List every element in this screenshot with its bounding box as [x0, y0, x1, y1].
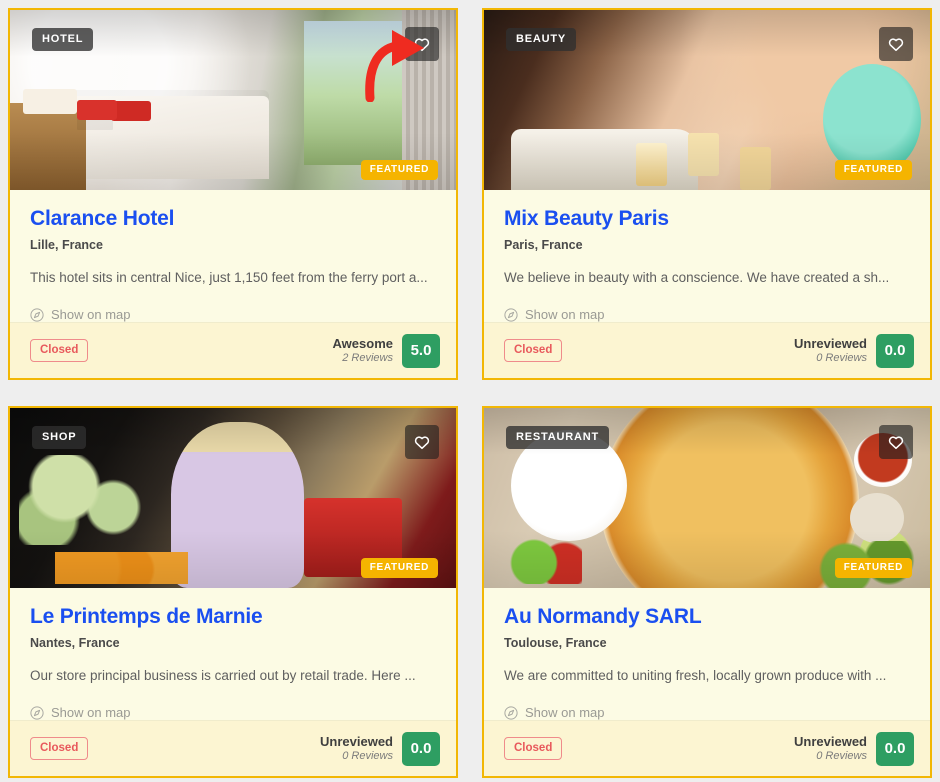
- heart-icon: [414, 435, 430, 449]
- status-badge: Closed: [30, 736, 89, 761]
- rating-label: Unreviewed: [320, 733, 393, 749]
- rating-label: Unreviewed: [794, 335, 867, 351]
- listing-image[interactable]: BEAUTY FEATURED: [484, 10, 930, 190]
- photo-detail: [54, 551, 189, 585]
- featured-badge: FEATURED: [834, 557, 912, 578]
- rating-group: Unreviewed 0 Reviews 0.0: [320, 731, 440, 766]
- rating-text: Unreviewed 0 Reviews: [794, 734, 867, 763]
- listing-card[interactable]: HOTEL FEATURED Clarance Hotel Lille, Fra…: [8, 8, 458, 380]
- listing-body: Le Printemps de Marnie Nantes, France Ou…: [10, 588, 456, 720]
- status-badge: Closed: [504, 338, 563, 363]
- listing-body: Clarance Hotel Lille, France This hotel …: [10, 190, 456, 322]
- photo-detail: [23, 89, 77, 115]
- category-badge[interactable]: BEAUTY: [506, 28, 577, 51]
- photo-detail: [635, 142, 667, 187]
- compass-icon: [30, 307, 44, 322]
- category-badge[interactable]: HOTEL: [32, 28, 94, 51]
- show-on-map-link[interactable]: Show on map: [30, 307, 436, 322]
- listing-description: Our store principal business is carried …: [30, 667, 416, 683]
- heart-icon: [888, 435, 904, 449]
- show-on-map-link[interactable]: Show on map: [504, 705, 910, 720]
- rating-text: Awesome 2 Reviews: [333, 336, 393, 365]
- photo-detail: [822, 63, 922, 176]
- compass-icon: [30, 705, 44, 720]
- featured-badge: FEATURED: [834, 159, 912, 180]
- listing-title-link[interactable]: Le Printemps de Marnie: [30, 604, 263, 629]
- category-badge[interactable]: SHOP: [32, 426, 87, 449]
- listing-footer: Closed Unreviewed 0 Reviews 0.0: [484, 322, 930, 378]
- status-badge: Closed: [30, 338, 89, 363]
- photo-detail: [170, 422, 305, 588]
- category-badge[interactable]: RESTAURANT: [506, 426, 609, 449]
- favorite-button[interactable]: [879, 27, 913, 61]
- listing-description: We are committed to uniting fresh, local…: [504, 667, 887, 683]
- listing-image[interactable]: RESTAURANT FEATURED: [484, 408, 930, 588]
- show-on-map-label: Show on map: [525, 307, 605, 323]
- rating-group: Unreviewed 0 Reviews 0.0: [794, 731, 914, 766]
- listing-title-link[interactable]: Au Normandy SARL: [504, 604, 702, 629]
- rating-group: Unreviewed 0 Reviews 0.0: [794, 333, 914, 368]
- rating-score: 5.0: [402, 333, 440, 368]
- favorite-button[interactable]: [405, 425, 439, 459]
- show-on-map-label: Show on map: [51, 705, 131, 721]
- listing-card[interactable]: RESTAURANT FEATURED Au Normandy SARL Tou…: [482, 406, 932, 778]
- rating-group: Awesome 2 Reviews 5.0: [333, 333, 440, 368]
- listing-body: Mix Beauty Paris Paris, France We believ…: [484, 190, 930, 322]
- featured-badge: FEATURED: [360, 159, 438, 180]
- listing-location: Paris, France: [504, 237, 583, 252]
- listing-description: This hotel sits in central Nice, just 1,…: [30, 269, 428, 285]
- show-on-map-link[interactable]: Show on map: [30, 705, 436, 720]
- show-on-map-link[interactable]: Show on map: [504, 307, 910, 322]
- listing-location: Nantes, France: [30, 635, 120, 650]
- review-count: 0 Reviews: [816, 351, 867, 364]
- featured-badge: FEATURED: [360, 557, 438, 578]
- heart-icon: [414, 37, 430, 51]
- compass-icon: [504, 307, 518, 322]
- review-count: 2 Reviews: [342, 351, 393, 364]
- rating-text: Unreviewed 0 Reviews: [320, 734, 393, 763]
- listing-footer: Closed Unreviewed 0 Reviews 0.0: [10, 720, 456, 776]
- listing-location: Lille, France: [30, 237, 103, 252]
- photo-detail: [10, 103, 86, 190]
- listing-title-link[interactable]: Mix Beauty Paris: [504, 206, 669, 231]
- rating-score: 0.0: [402, 731, 440, 766]
- listing-body: Au Normandy SARL Toulouse, France We are…: [484, 588, 930, 720]
- listing-card[interactable]: SHOP FEATURED Le Printemps de Marnie Nan…: [8, 406, 458, 778]
- rating-label: Awesome: [332, 335, 393, 351]
- photo-detail: [501, 537, 583, 585]
- rating-label: Unreviewed: [794, 733, 867, 749]
- rating-score: 0.0: [876, 731, 914, 766]
- listing-footer: Closed Unreviewed 0 Reviews 0.0: [484, 720, 930, 776]
- compass-icon: [504, 705, 518, 720]
- listing-card[interactable]: BEAUTY FEATURED Mix Beauty Paris Paris, …: [482, 8, 932, 380]
- listing-location: Toulouse, France: [504, 635, 607, 650]
- listing-image[interactable]: HOTEL FEATURED: [10, 10, 456, 190]
- show-on-map-label: Show on map: [51, 307, 131, 323]
- listing-description: We believe in beauty with a conscience. …: [504, 269, 890, 285]
- rating-text: Unreviewed 0 Reviews: [794, 336, 867, 365]
- listing-image[interactable]: SHOP FEATURED: [10, 408, 456, 588]
- review-count: 0 Reviews: [342, 749, 393, 762]
- favorite-button[interactable]: [879, 425, 913, 459]
- rating-score: 0.0: [876, 333, 914, 368]
- favorite-button[interactable]: [405, 27, 439, 61]
- heart-icon: [888, 37, 904, 51]
- listing-grid: HOTEL FEATURED Clarance Hotel Lille, Fra…: [0, 0, 940, 778]
- status-badge: Closed: [504, 736, 563, 761]
- show-on-map-label: Show on map: [525, 705, 605, 721]
- listing-title-link[interactable]: Clarance Hotel: [30, 206, 174, 231]
- listing-footer: Closed Awesome 2 Reviews 5.0: [10, 322, 456, 378]
- review-count: 0 Reviews: [816, 749, 867, 762]
